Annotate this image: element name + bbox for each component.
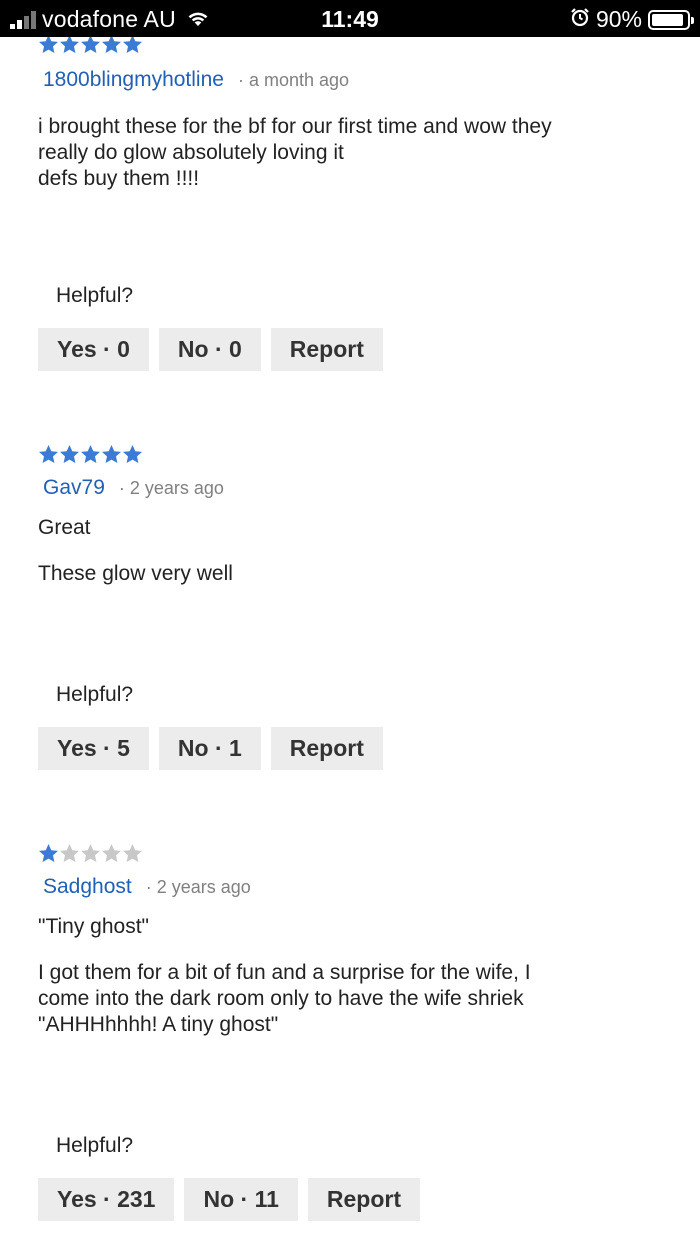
vote-buttons: Yes · 0 No · 0 Report — [38, 328, 383, 371]
review-card: Gav79 · 2 years ago Great These glow ver… — [38, 444, 678, 587]
star-filled-icon — [60, 445, 79, 463]
vote-no-button[interactable]: No · 0 — [158, 328, 261, 371]
review-title: "Tiny ghost" — [38, 915, 150, 938]
review-body: I got them for a bit of fun and a surpri… — [38, 961, 531, 1036]
star-rating — [38, 843, 678, 865]
helpful-label: Helpful? — [56, 683, 134, 706]
vote-yes-button[interactable]: Yes · 231 — [38, 1178, 175, 1221]
star-empty-icon — [60, 844, 79, 862]
review-body: These glow very well — [38, 562, 233, 585]
review-card: Sadghost · 2 years ago "Tiny ghost" I go… — [38, 843, 678, 1038]
star-filled-icon — [39, 844, 58, 862]
star-rating — [38, 34, 678, 56]
alarm-clock-icon — [570, 6, 590, 33]
battery-percentage: 90% — [595, 6, 642, 32]
star-filled-icon — [102, 445, 121, 463]
star-filled-icon — [123, 445, 142, 463]
review-body: i brought these for the bf for our first… — [38, 115, 552, 190]
report-button[interactable]: Report — [270, 727, 383, 770]
helpful-label: Helpful? — [56, 284, 134, 307]
status-bar: vodafone AU 11:49 90% — [0, 0, 700, 37]
review-time: · a month ago — [237, 70, 350, 90]
vote-no-button[interactable]: No · 11 — [184, 1178, 298, 1221]
vote-buttons: Yes · 231 No · 11 Report — [38, 1178, 421, 1221]
star-empty-icon — [81, 844, 100, 862]
helpful-label: Helpful? — [56, 1134, 134, 1157]
star-filled-icon — [39, 35, 58, 53]
star-empty-icon — [123, 844, 142, 862]
star-filled-icon — [39, 445, 58, 463]
vote-buttons: Yes · 5 No · 1 Report — [38, 727, 383, 770]
star-filled-icon — [102, 35, 121, 53]
star-empty-icon — [102, 844, 121, 862]
star-filled-icon — [81, 35, 100, 53]
report-button[interactable]: Report — [307, 1178, 421, 1221]
star-filled-icon — [60, 35, 79, 53]
battery-fill — [652, 13, 683, 26]
review-time: · 2 years ago — [118, 478, 224, 498]
battery-icon — [648, 9, 694, 30]
review-card: 1800blingmyhotline · a month ago i broug… — [38, 34, 678, 192]
review-meta: 1800blingmyhotline · a month ago — [38, 68, 678, 92]
review-meta: Gav79 · 2 years ago — [38, 476, 678, 500]
review-title: Great — [38, 516, 91, 539]
review-meta: Sadghost · 2 years ago — [38, 875, 678, 899]
vote-yes-button[interactable]: Yes · 0 — [38, 328, 149, 371]
review-author-link[interactable]: Sadghost — [43, 875, 132, 899]
vote-yes-button[interactable]: Yes · 5 — [38, 727, 149, 770]
star-filled-icon — [81, 445, 100, 463]
review-author-link[interactable]: Gav79 — [43, 476, 105, 500]
report-button[interactable]: Report — [270, 328, 383, 371]
review-author-link[interactable]: 1800blingmyhotline — [43, 68, 224, 92]
status-bar-right: 90% — [570, 6, 694, 33]
star-filled-icon — [123, 35, 142, 53]
review-time: · 2 years ago — [145, 877, 251, 897]
vote-no-button[interactable]: No · 1 — [158, 727, 261, 770]
star-rating — [38, 444, 678, 466]
